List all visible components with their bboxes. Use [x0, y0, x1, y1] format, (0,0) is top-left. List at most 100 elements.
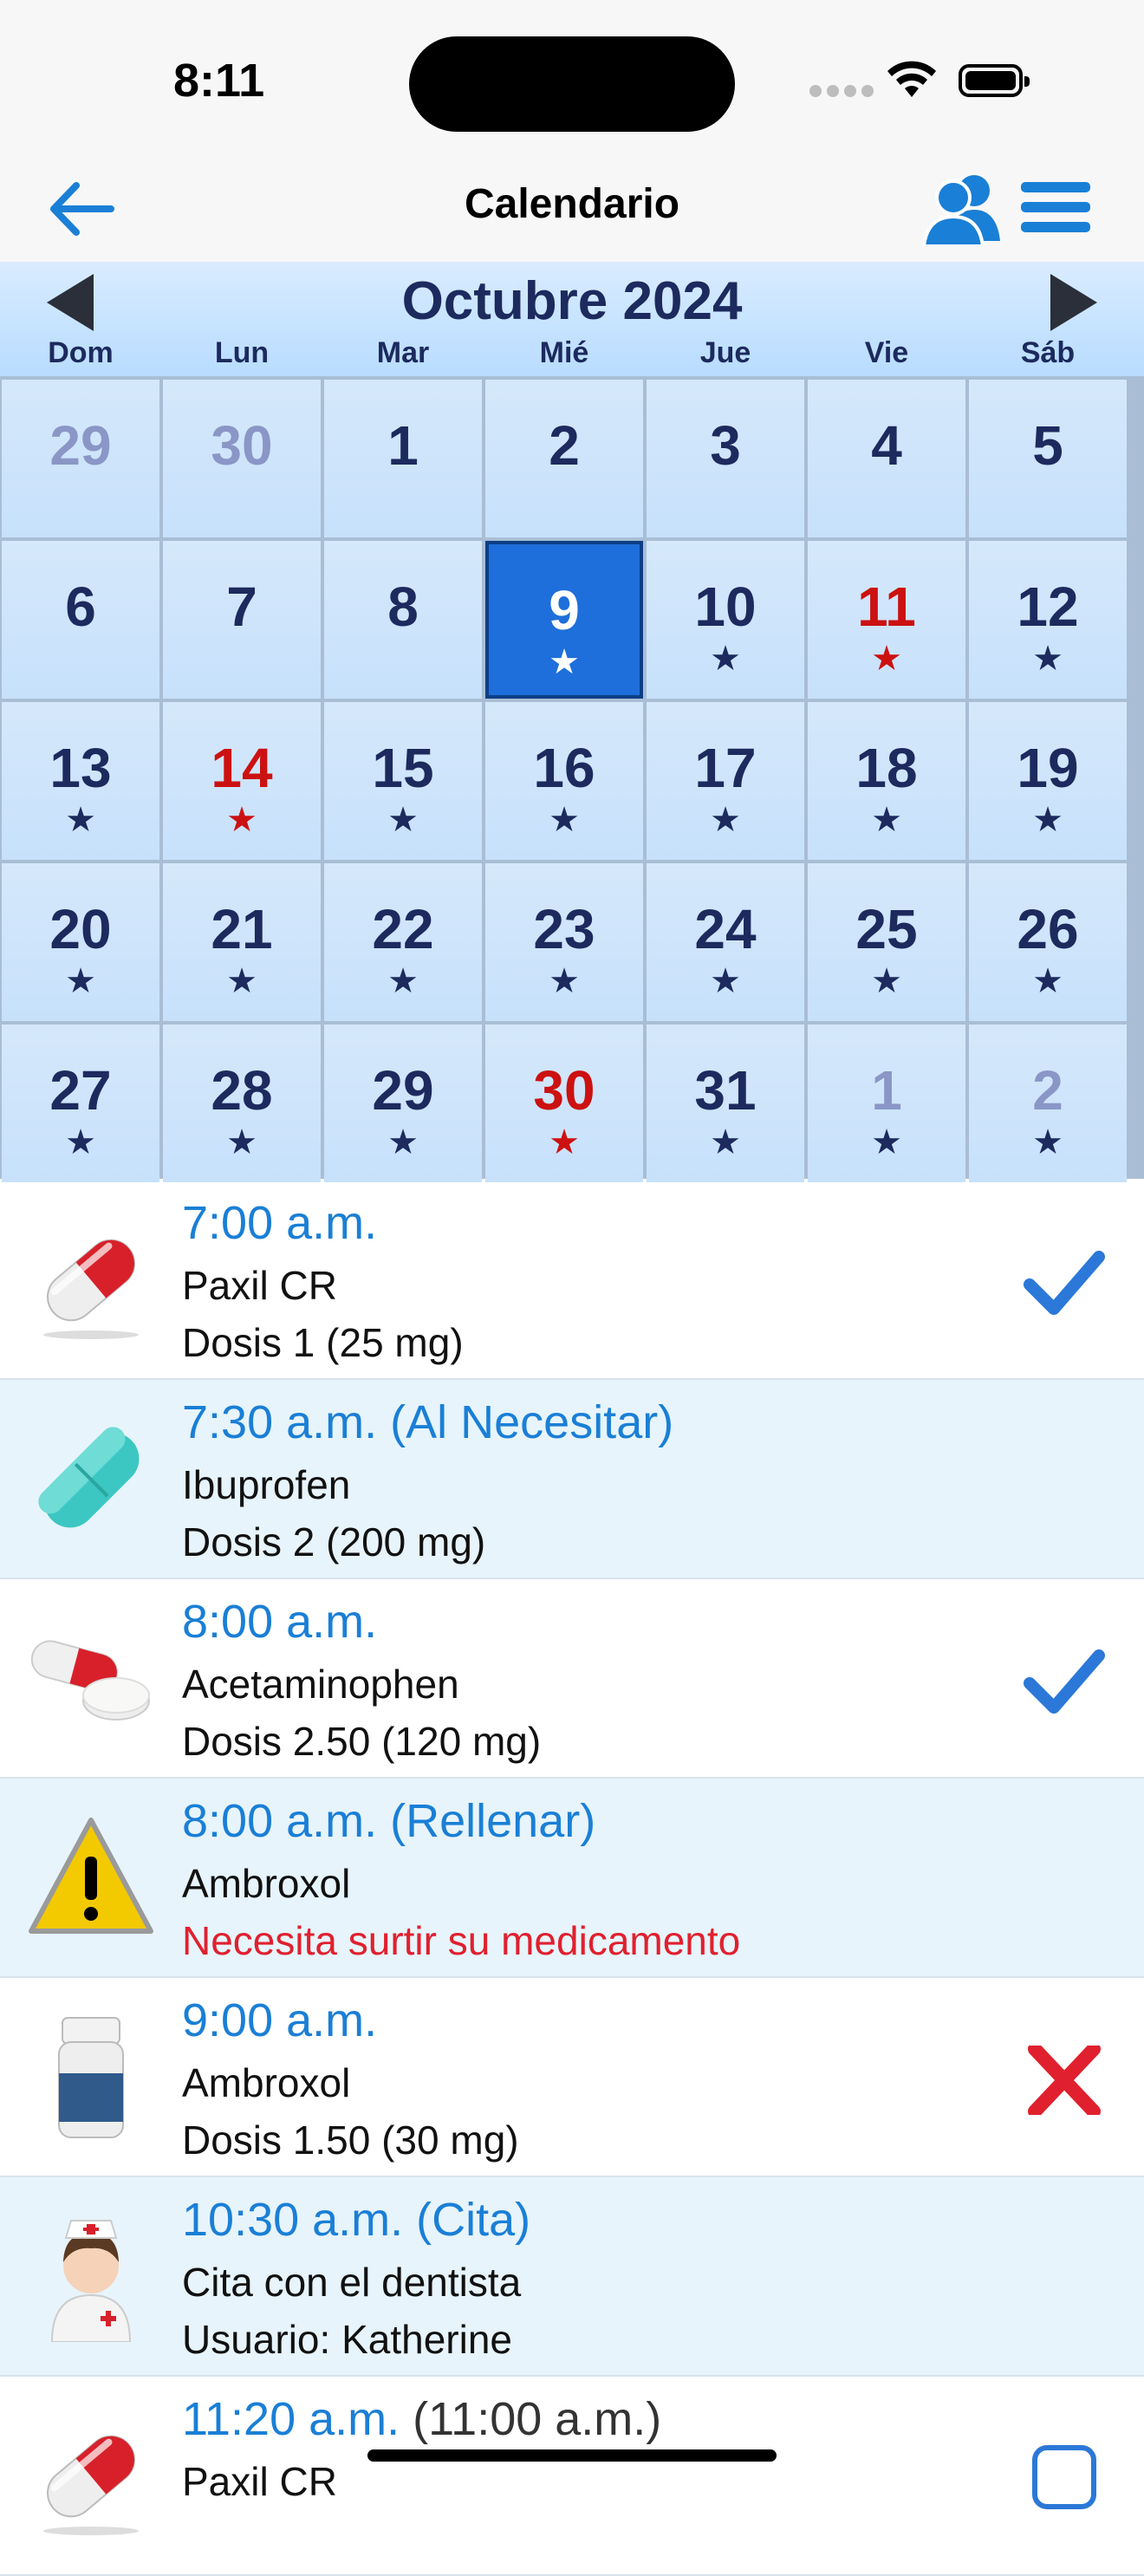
calendar-day-cell[interactable]: 1 [324, 380, 482, 537]
schedule-time-line: 9:00 a.m. [182, 1994, 377, 2047]
next-month-icon[interactable] [1049, 274, 1097, 331]
navigation-bar: Calendario [0, 156, 1144, 263]
status-bar: 8:11 [0, 0, 1144, 156]
checkbox-icon[interactable] [1023, 2444, 1106, 2514]
calendar-day-cell[interactable]: 2 [485, 380, 643, 537]
medication-name: Ambroxol [182, 2060, 351, 2105]
calendar-day-cell[interactable]: 16 ★ [485, 702, 643, 860]
calendar-day-number: 30 [533, 1059, 595, 1122]
calendar-day-cell[interactable]: 15 ★ [324, 702, 482, 860]
calendar-day-cell[interactable]: 14 ★ [163, 702, 321, 860]
calendar-day-cell[interactable]: 29 [2, 380, 159, 537]
calendar-day-number: 31 [694, 1059, 757, 1122]
calendar-day-cell[interactable]: 20 ★ [2, 863, 159, 1021]
calendar-day-cell[interactable]: 3 [647, 380, 804, 537]
calendar-day-number: 4 [871, 414, 902, 477]
signal-icon [809, 85, 879, 101]
medication-name: Cita con el dentista [182, 2260, 522, 2305]
calendar-day-number: 2 [1032, 1059, 1063, 1122]
calendar-day-cell[interactable]: 7 [163, 541, 321, 699]
calendar-day-cell[interactable]: 12 ★ [969, 541, 1127, 699]
schedule-row[interactable]: 7:30 a.m. (Al Necesitar) Ibuprofen Dosis 2… [0, 1380, 1144, 1579]
event-star-icon: ★ [710, 1123, 741, 1161]
calendar-day-cell[interactable]: 6 [2, 541, 159, 699]
schedule-time: 7:00 a.m. [182, 1197, 378, 1249]
cross-icon[interactable] [1023, 2042, 1106, 2118]
calendar-day-cell[interactable]: 5 [969, 380, 1127, 537]
calendar-day-number: 8 [387, 576, 419, 638]
event-star-icon: ★ [65, 962, 96, 1000]
calendar-day-cell[interactable]: 24 ★ [647, 863, 804, 1021]
tablet-teal-icon [26, 1415, 156, 1545]
checkmark-icon[interactable] [1023, 1647, 1106, 1716]
calendar-day-number: 1 [871, 1059, 902, 1122]
calendar-day-cell[interactable]: 28 ★ [163, 1025, 321, 1182]
calendar-day-cell[interactable]: 2 ★ [969, 1025, 1127, 1182]
calendar-day-number: 28 [211, 1059, 273, 1122]
calendar-day-cell[interactable]: 19 ★ [969, 702, 1127, 860]
schedule-time-line: 7:00 a.m. [182, 1196, 377, 1250]
calendar-day-cell[interactable]: 17 ★ [647, 702, 804, 860]
calendar-day-cell[interactable]: 27 ★ [2, 1025, 159, 1182]
calendar-day-cell[interactable]: 31 ★ [647, 1025, 804, 1182]
medication-name: Ibuprofen [182, 1462, 351, 1507]
calendar-day-cell[interactable]: 18 ★ [808, 702, 965, 860]
calendar-header: Octubre 2024 Dom Lun Mar Mié Jue Vie Sáb [0, 262, 1144, 378]
medication-name: Paxil CR [182, 1263, 337, 1308]
schedule-time: 8:00 a.m. [182, 1596, 378, 1648]
status-time: 8:11 [173, 55, 265, 107]
dose-detail: Usuario: Katherine [182, 2317, 512, 2362]
calendar-day-cell[interactable]: 1 ★ [808, 1025, 965, 1182]
calendar-day-cell[interactable]: 13 ★ [2, 702, 159, 860]
calendar-day-number: 6 [65, 576, 96, 638]
schedule-row[interactable]: 10:30 a.m. (Cita) Cita con el dentista Usu… [0, 2177, 1144, 2377]
checkmark-icon[interactable] [1023, 1248, 1106, 1317]
calendar-day-cell[interactable]: 21 ★ [163, 863, 321, 1021]
calendar-day-cell[interactable]: 26 ★ [969, 863, 1127, 1021]
event-star-icon: ★ [65, 1123, 96, 1161]
medication-name: Paxil CR [182, 2459, 337, 2504]
schedule-time-suffix: (Al Necesitar) [377, 1396, 674, 1448]
schedule-row[interactable]: 8:00 a.m. (Rellenar) Ambroxol Necesita sur… [0, 1779, 1144, 1978]
schedule-row[interactable]: 8:00 a.m. Acetaminophen Dosis 2.50 (120 mg… [0, 1579, 1144, 1779]
calendar-day-cell[interactable]: 8 [324, 541, 482, 699]
schedule-time-suffix: (11:00 a.m.) [400, 2393, 662, 2445]
calendar-day-cell[interactable]: 22 ★ [324, 863, 482, 1021]
schedule-time-suffix: (Cita) [403, 2194, 531, 2246]
dynamic-island [409, 36, 735, 132]
calendar-day-number: 10 [694, 576, 757, 638]
calendar-day-cell[interactable]: 4 [808, 380, 965, 537]
calendar-day-cell[interactable]: 25 ★ [808, 863, 965, 1021]
schedule-row[interactable]: 7:00 a.m. Paxil CR Dosis 1 (25 mg) [0, 1181, 1144, 1380]
calendar-day-cell[interactable]: 11 ★ [808, 541, 965, 699]
calendar-day-cell[interactable]: 9 ★ [485, 541, 643, 699]
calendar-day-number: 25 [855, 898, 918, 960]
battery-icon [959, 64, 1030, 97]
event-star-icon: ★ [549, 801, 580, 839]
calendar-day-number: 3 [710, 414, 741, 477]
event-star-icon: ★ [871, 962, 902, 1000]
month-title: Octubre 2024 [401, 271, 743, 331]
calendar-day-cell[interactable]: 29 ★ [324, 1025, 482, 1182]
calendar-day-cell[interactable]: 10 ★ [647, 541, 804, 699]
dose-detail: Necesita surtir su medicamento [182, 1918, 741, 1963]
weekday-label: Lun [214, 336, 270, 369]
menu-icon[interactable] [1019, 179, 1092, 236]
schedule-row[interactable]: 9:00 a.m. Ambroxol Dosis 1.50 (30 mg) [0, 1978, 1144, 2177]
calendar-day-number: 21 [211, 898, 273, 960]
wifi-icon [887, 61, 936, 97]
pills-icon [26, 1614, 156, 1744]
schedule-time-suffix: (Rellenar) [377, 1795, 596, 1847]
calendar-day-number: 15 [372, 737, 434, 799]
event-star-icon: ★ [1032, 801, 1063, 839]
calendar-day-cell[interactable]: 23 ★ [485, 863, 643, 1021]
calendar-day-cell[interactable]: 30 ★ [485, 1025, 643, 1182]
schedule-row[interactable]: 11:20 a.m. (11:00 a.m.) Paxil CR [0, 2377, 1144, 2576]
calendar-day-cell[interactable]: 30 [163, 380, 321, 537]
users-icon[interactable] [922, 172, 1005, 246]
event-star-icon: ★ [871, 1123, 902, 1161]
calendar-day-number: 18 [855, 737, 918, 799]
weekday-label: Sáb [1020, 336, 1076, 369]
event-star-icon: ★ [710, 801, 741, 839]
calendar-day-number: 9 [549, 579, 580, 641]
